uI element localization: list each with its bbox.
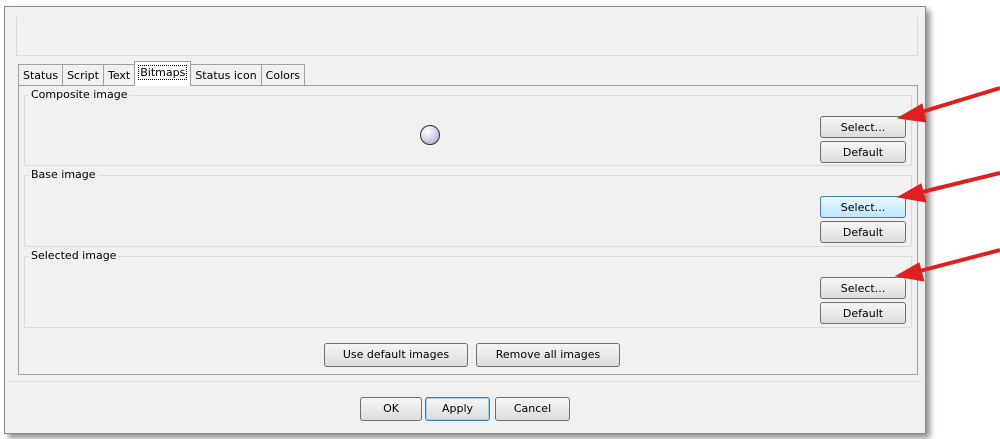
- annotation-arrowhead-3: [894, 262, 925, 282]
- annotation-arrow-3: [915, 248, 1000, 274]
- annotation-arrow-2: [917, 171, 1000, 195]
- annotation-arrowhead-1: [896, 103, 927, 123]
- annotation-arrow-1: [917, 86, 1000, 115]
- annotation-arrowhead-2: [896, 183, 927, 203]
- tab-bitmaps-label: Bitmaps: [138, 65, 188, 80]
- tab-bitmaps[interactable]: Bitmaps: [134, 61, 192, 86]
